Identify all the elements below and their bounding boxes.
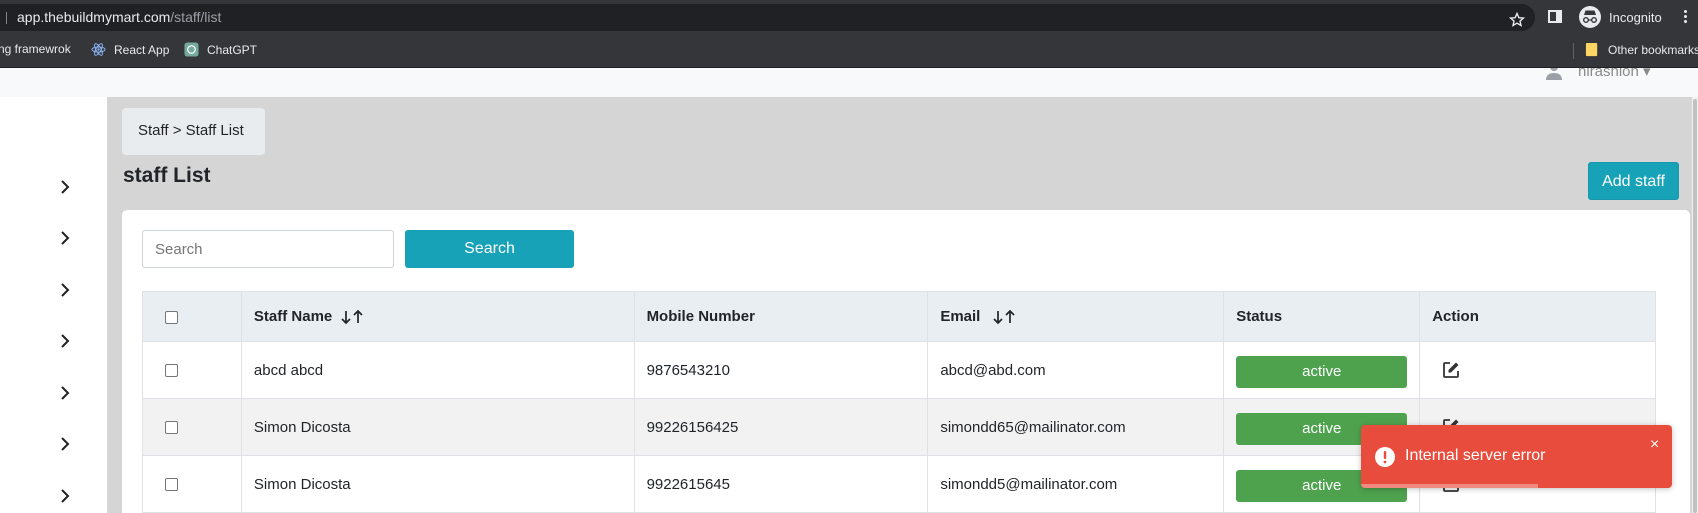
chatgpt-icon xyxy=(184,42,199,57)
status-badge[interactable]: active xyxy=(1236,356,1408,388)
column-email[interactable]: Email xyxy=(927,291,1225,342)
scrollbar-thumb[interactable] xyxy=(1693,99,1697,513)
staff-name-cell: abcd abcd xyxy=(240,341,635,399)
search-button[interactable]: Search xyxy=(405,230,574,268)
sidebar-chevron-right-icon[interactable] xyxy=(58,486,72,506)
user-menu[interactable]: nirashion ▾ xyxy=(1578,68,1651,80)
row-checkbox[interactable] xyxy=(165,421,178,435)
bookmarks-bar: ng framewrok React App ChatGPT Other boo… xyxy=(0,34,1698,68)
row-checkbox[interactable] xyxy=(165,478,178,492)
user-name: nirashion xyxy=(1578,68,1639,80)
user-icon[interactable] xyxy=(1545,68,1563,80)
row-checkbox[interactable] xyxy=(165,364,178,378)
column-label: Email xyxy=(940,307,981,325)
incognito-icon[interactable] xyxy=(1579,6,1601,28)
column-label: Action xyxy=(1432,308,1479,325)
sort-icon[interactable] xyxy=(992,309,1016,325)
row-select-cell xyxy=(142,455,242,513)
sidebar-chevron-right-icon[interactable] xyxy=(58,177,72,197)
bookmark-item[interactable]: React App xyxy=(91,42,169,57)
page-title: staff List xyxy=(123,164,211,187)
staff-name-cell: Simon Dicosta xyxy=(240,398,635,456)
column-mobile-number: Mobile Number xyxy=(633,291,929,342)
url-host: app.thebuildmymart.com xyxy=(17,9,171,25)
bookmark-label: React App xyxy=(114,42,170,57)
column-label: Staff Name xyxy=(253,307,333,325)
row-select-cell xyxy=(142,398,242,456)
select-all-cell xyxy=(142,291,242,342)
table-header-row: Staff Name Mobile Number Email Status Ac… xyxy=(142,291,1656,342)
bookmark-star-icon[interactable] xyxy=(1509,12,1525,28)
table-row: abcd abcd 9876543210 abcd@abd.com active xyxy=(142,341,1656,399)
column-label: Status xyxy=(1236,308,1283,325)
edit-icon[interactable] xyxy=(1442,361,1460,379)
error-icon xyxy=(1375,447,1395,467)
sidebar-chevron-right-icon[interactable] xyxy=(58,280,72,300)
bookmark-item[interactable]: ChatGPT xyxy=(184,42,257,57)
other-bookmarks[interactable]: Other bookmarks xyxy=(1585,42,1698,57)
staff-name-cell: Simon Dicosta xyxy=(240,455,635,513)
column-staff-name[interactable]: Staff Name xyxy=(240,291,635,342)
mobile-cell: 99226156425 xyxy=(633,398,929,456)
mobile-cell: 9876543210 xyxy=(633,341,929,399)
sidebar xyxy=(0,97,107,513)
url-text[interactable]: app.thebuildmymart.com/staff/list xyxy=(17,9,221,25)
bookmark-label: ng framewrok xyxy=(0,42,71,56)
browser-address-bar: app.thebuildmymart.com/staff/list Incogn… xyxy=(0,0,1698,34)
status-cell: active xyxy=(1223,341,1421,399)
sidebar-chevron-right-icon[interactable] xyxy=(58,383,72,403)
toast-progress-bar xyxy=(1361,484,1539,488)
sidebar-chevron-right-icon[interactable] xyxy=(58,331,72,351)
incognito-label: Incognito xyxy=(1609,10,1662,25)
bookmarks-separator xyxy=(1573,43,1574,59)
sidebar-chevron-right-icon[interactable] xyxy=(58,228,72,248)
select-all-checkbox[interactable] xyxy=(165,310,178,324)
page-scrollbar[interactable] xyxy=(1692,97,1698,513)
column-label: Mobile Number xyxy=(646,308,755,325)
toast-close-button[interactable]: × xyxy=(1650,437,1659,453)
bookmark-label: ChatGPT xyxy=(207,42,258,57)
sidebar-chevron-right-icon[interactable] xyxy=(58,434,72,454)
column-status: Status xyxy=(1223,291,1421,342)
email-cell: abcd@abd.com xyxy=(927,341,1225,399)
email-cell: simondd65@mailinator.com xyxy=(927,398,1225,456)
top-navbar: nirashion ▾ xyxy=(0,68,1698,97)
sort-icon[interactable] xyxy=(340,309,364,325)
url-field[interactable]: app.thebuildmymart.com/staff/list xyxy=(0,4,1535,31)
error-toast: Internal server error × xyxy=(1361,425,1672,488)
bookmark-item[interactable]: ng framewrok xyxy=(0,42,71,56)
side-panel-icon[interactable] xyxy=(1548,10,1562,23)
browser-menu-icon[interactable] xyxy=(1684,10,1688,24)
react-icon xyxy=(91,43,106,56)
action-cell xyxy=(1419,341,1656,399)
column-action: Action xyxy=(1419,291,1656,342)
toast-message: Internal server error xyxy=(1405,447,1546,464)
add-staff-button[interactable]: Add staff xyxy=(1588,162,1679,200)
url-separator xyxy=(6,12,7,24)
url-path: /staff/list xyxy=(170,9,222,25)
email-cell: simondd5@mailinator.com xyxy=(927,455,1225,513)
other-bookmarks-label: Other bookmarks xyxy=(1608,42,1698,57)
mobile-cell: 9922615645 xyxy=(633,455,929,513)
breadcrumb[interactable]: Staff > Staff List xyxy=(122,108,265,155)
row-select-cell xyxy=(142,341,242,399)
search-input[interactable] xyxy=(142,230,394,268)
folder-icon xyxy=(1585,42,1598,57)
